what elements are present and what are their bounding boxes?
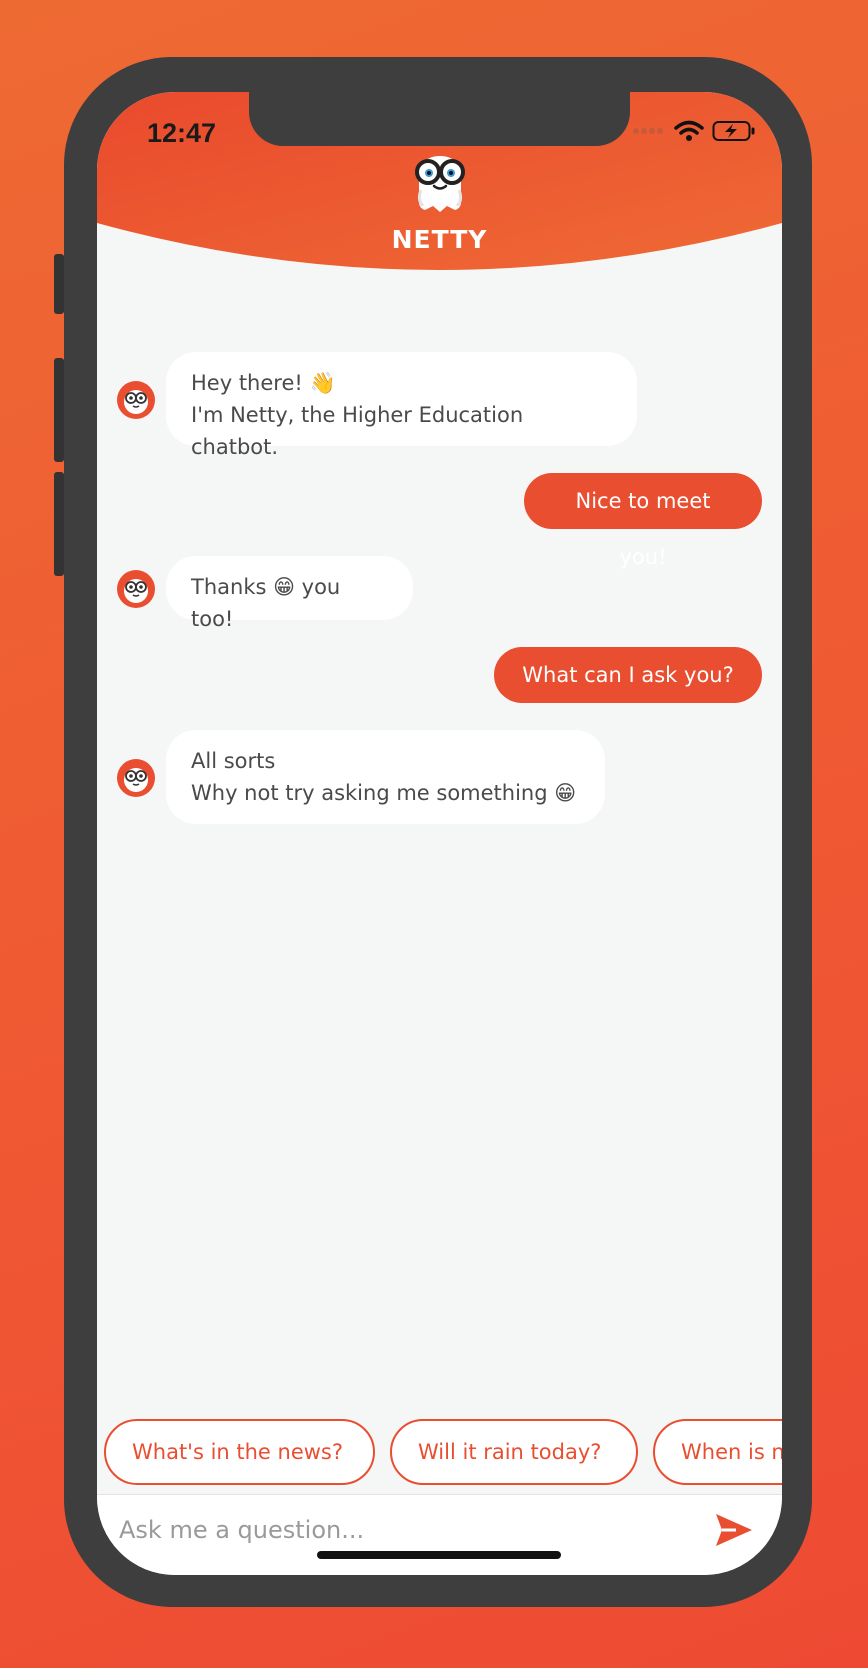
user-message: Nice to meet you! <box>524 473 762 569</box>
bot-avatar <box>117 759 155 797</box>
netty-avatar-icon <box>124 768 148 792</box>
mute-switch <box>54 254 64 314</box>
status-time: 12:47 <box>147 118 217 148</box>
message-line: All sorts <box>191 749 276 773</box>
message-line: Hey there! 👋 <box>191 371 336 395</box>
wifi-icon <box>674 120 704 141</box>
user-message: What can I ask you? <box>494 647 762 703</box>
home-indicator[interactable] <box>317 1551 561 1559</box>
signal-icon <box>633 128 663 134</box>
message-line: Thanks 😁 you too! <box>191 575 341 631</box>
volume-down-button <box>54 472 64 576</box>
suggestion-chips: What's in the news? Will it rain today? … <box>104 1419 782 1485</box>
suggestion-chip[interactable]: When is n <box>653 1419 782 1485</box>
message-input[interactable] <box>119 1509 689 1551</box>
netty-logo-icon <box>415 156 465 212</box>
bot-message: All sorts Why not try asking me somethin… <box>166 730 605 824</box>
netty-avatar-icon <box>124 579 148 603</box>
message-input-bar <box>97 1494 782 1575</box>
app-screen: 12:47 NETTY Hey there! 👋 I'm Netty, the … <box>97 92 782 1575</box>
bot-message: Thanks 😁 you too! <box>166 556 413 631</box>
message-line: Why not try asking me something 😁 <box>191 781 577 805</box>
notch <box>249 92 630 146</box>
suggestion-chip[interactable]: Will it rain today? <box>390 1419 638 1485</box>
battery-charging-icon <box>712 121 755 141</box>
send-icon[interactable] <box>714 1512 754 1548</box>
bot-avatar <box>117 381 155 419</box>
netty-avatar-icon <box>124 390 148 414</box>
volume-up-button <box>54 358 64 462</box>
chatbot-name: NETTY <box>391 225 488 254</box>
message-line: I'm Netty, the Higher Education chatbot. <box>191 403 524 459</box>
status-icons <box>632 120 756 142</box>
bot-avatar <box>117 570 155 608</box>
bot-message: Hey there! 👋 I'm Netty, the Higher Educa… <box>166 352 637 459</box>
suggestion-chip[interactable]: What's in the news? <box>104 1419 375 1485</box>
